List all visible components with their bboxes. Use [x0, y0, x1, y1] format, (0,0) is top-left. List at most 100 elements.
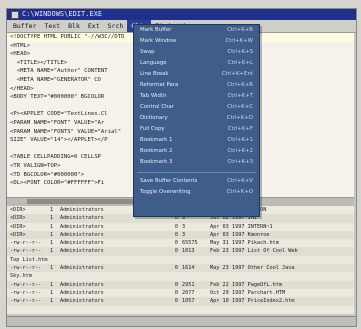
directory-cell: 0: [174, 281, 178, 288]
directory-cell: 1: [50, 298, 54, 305]
clip-menu-item[interactable]: Mark Window Ctrl+K+W: [134, 36, 259, 47]
directory-cell: [140, 256, 182, 264]
directory-cell: 1057: [182, 298, 195, 305]
menu-item-label: Control Char: [140, 104, 174, 110]
menu-item-shortcut: Ctrl+K+R: [227, 82, 253, 88]
directory-cell: Administrators: [60, 240, 104, 247]
directory-cell: 1: [50, 207, 54, 213]
directory-row[interactable]: -rw-r--r-- 1 Administrators 0 2951 Feb 22 1997…: [7, 280, 354, 289]
directory-cell: [140, 272, 182, 280]
directory-cell: Sky.htm: [10, 273, 32, 280]
directory-cell: [50, 272, 60, 280]
directory-row[interactable]: <DIR> 1 Administrators 0 3 Apr 03 1997 INTERN…: [7, 223, 354, 231]
clip-menu-item[interactable]: Full Copy Ctrl+K+F: [134, 124, 259, 135]
directory-cell: Administrators: [60, 207, 104, 213]
menu-item-shortcut: Ctrl+K+B: [227, 27, 253, 33]
clip-menu-item[interactable]: Bookmark 2 Ctrl+K+2: [134, 146, 259, 157]
clip-menu-item[interactable]: Line Break Ctrl+K+Ent: [134, 69, 259, 80]
clip-menu-item[interactable]: Toggle Overwriting Ctrl+K+O: [134, 187, 259, 198]
menu-item-label: Toggle Overwriting: [140, 189, 191, 195]
clip-menu-item[interactable]: Mark Buffer Ctrl+K+B: [134, 25, 259, 36]
menu-item-label: Bookmark 2: [140, 148, 173, 154]
directory-cell: 0: [174, 298, 178, 305]
directory-row[interactable]: -rw-r--r-- 1 Administrators 0 1057 Apr 10 1997…: [7, 297, 354, 306]
directory-cell: Top List.htm: [10, 256, 48, 263]
directory-cell: 1997 Other Cool Java: [232, 265, 295, 272]
directory-cell: 1: [50, 289, 54, 296]
clip-menu-item[interactable]: Tab Width Ctrl+K+T: [134, 91, 259, 102]
directory-cell: Administrators: [60, 215, 104, 222]
directory-cell: [60, 272, 140, 280]
menu-item-shortcut: Ctrl+K+V: [227, 178, 253, 184]
directory-cell: 0: [174, 223, 178, 230]
directory-cell: -rw-r--r--: [10, 298, 42, 305]
directory-row[interactable]: -rw-r--r-- 1 Administrators 0 1614 May 23 1997…: [7, 264, 354, 273]
directory-cell: [210, 256, 232, 264]
directory-cell: -rw-r--r--: [10, 265, 42, 272]
directory-cell: 1: [50, 223, 54, 230]
directory-cell: Administrators: [60, 281, 104, 288]
scrollbar-thumb[interactable]: [27, 199, 147, 204]
directory-cell: 0: [174, 265, 178, 272]
menu-item-label: Reformat Para: [140, 82, 179, 88]
menu-item-shortcut: Ctrl+K+C: [227, 104, 253, 110]
directory-cell: Apr 03: [210, 231, 229, 238]
directory-cell: -rw-r--r--: [10, 248, 42, 255]
clip-menu-item[interactable]: Swap Ctrl+K+S: [134, 47, 259, 58]
directory-row[interactable]: -rw-r--r-- 1 Administrators 0 65575 May 31 199…: [7, 239, 354, 247]
directory-row[interactable]: -rw-r--r-- 1 Administrators 0 1013 Feb 23 1997…: [7, 247, 354, 256]
menu-buffer[interactable]: Buffer: [9, 20, 40, 32]
directory-cell: Administrators: [60, 265, 104, 272]
directory-cell: Apr 03: [210, 223, 229, 230]
menu-item-shortcut: Ctrl+K+2: [227, 148, 253, 154]
directory-cell: Administrators: [60, 231, 104, 238]
directory-listing[interactable]: <DIR> 1Administrators05Apr 031997 NORTON…: [7, 206, 354, 314]
menu-ext[interactable]: Ext: [84, 20, 104, 32]
directory-cell: 1997 List Of Cool Web: [232, 248, 298, 255]
app-icon: [11, 10, 19, 19]
directory-cell: 1614: [182, 265, 195, 272]
clip-menu-item[interactable]: Dictionary Ctrl+K+D: [134, 113, 259, 124]
menu-item-label: Swap: [140, 49, 155, 55]
clip-menu-item[interactable]: Save Buffer Contents Ctrl+K+V: [134, 176, 259, 187]
directory-row[interactable]: Top List.htm: [7, 256, 354, 264]
directory-cell: [182, 272, 210, 280]
menu-text[interactable]: Text: [40, 20, 64, 32]
directory-cell: May 23: [210, 265, 229, 272]
directory-cell: Administrators: [60, 223, 104, 230]
clip-menu-item[interactable]: Language Ctrl+K+L: [134, 58, 259, 69]
directory-cell: 3: [182, 223, 186, 230]
directory-cell: 0: [174, 248, 178, 255]
directory-cell: Apr 10: [210, 298, 229, 305]
menu-blk[interactable]: Blk: [64, 20, 84, 32]
clip-dropdown-menu: Mark Buffer Ctrl+K+B Mark Window Ctrl+K+W Sw…: [133, 24, 260, 217]
directory-row[interactable]: -rw-r--r-- 1 Administrators 0 2077 Oct 29 1997…: [7, 289, 354, 297]
directory-cell: Administrators: [60, 248, 104, 255]
menu-item-shortcut: Ctrl+K+L: [227, 60, 253, 66]
directory-cell: 1: [50, 265, 54, 272]
menu-srch[interactable]: Srch: [104, 20, 128, 32]
directory-cell: 1997 PriceIndex2.htm: [232, 298, 295, 305]
menu-item-label: Language: [140, 60, 167, 66]
menu-item-label: Full Copy: [140, 126, 165, 132]
directory-cell: -rw-r--r--: [10, 289, 42, 296]
directory-row[interactable]: Sky.htm: [7, 272, 354, 280]
title-bar: C:\WINDOWS\EDIT.EXE: [7, 9, 356, 20]
menu-item-shortcut: Ctrl+K+T: [227, 93, 253, 99]
clip-menu-item[interactable]: Reformat Para Ctrl+K+R: [134, 80, 259, 91]
directory-cell: Feb 22: [210, 281, 229, 288]
directory-cell: 1997 INTERN~1: [232, 223, 273, 230]
clip-menu-item[interactable]: Bookmark 1 Ctrl+K+1: [134, 135, 259, 146]
directory-row[interactable]: <DIR> 1 Administrators 0 3 Apr 03 1997 Kmonro…: [7, 230, 354, 240]
directory-cell: [210, 272, 232, 280]
directory-cell: [60, 256, 140, 264]
directory-cell: 1: [50, 248, 54, 255]
directory-cell: [50, 256, 60, 264]
directory-cell: -rw-r--r--: [10, 281, 42, 288]
menu-item-shortcut: Ctrl+K+W: [225, 38, 254, 44]
clip-menu-item[interactable]: Control Char Ctrl+K+C: [134, 102, 259, 113]
menu-item-label: Line Break: [140, 71, 169, 77]
directory-cell: [182, 256, 210, 264]
clip-menu-item[interactable]: Bookmark 3 Ctrl+K+3: [134, 157, 259, 168]
directory-cell: 0: [174, 240, 178, 247]
